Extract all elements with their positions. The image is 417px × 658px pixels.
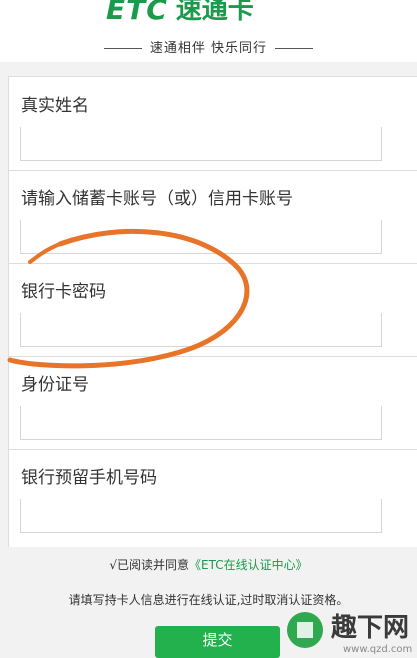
phone-input[interactable] <box>20 499 382 533</box>
agreement-link[interactable]: 《ETC在线认证中心》 <box>189 558 308 572</box>
watermark-text: 趣下网 <box>330 613 409 643</box>
id-number-input[interactable] <box>20 406 382 440</box>
field-label: 身份证号 <box>21 375 89 395</box>
verification-form: 真实姓名 请输入储蓄卡账号（或）信用卡账号 银行卡密码 身份证号 银行预留手机号… <box>8 76 417 547</box>
logo-mark: ETC <box>106 0 168 26</box>
field-label: 银行预留手机号码 <box>21 468 157 488</box>
field-card-number: 请输入储蓄卡账号（或）信用卡账号 <box>9 170 417 264</box>
slogan: 速通相伴 快乐同行 <box>0 37 417 56</box>
agreement-checkbox-text[interactable]: √已阅读并同意 <box>109 558 189 572</box>
field-label: 真实姓名 <box>21 96 89 116</box>
field-card-password: 银行卡密码 <box>9 263 417 357</box>
slogan-divider-right <box>275 48 314 49</box>
header: ETC 速通卡 速通相伴 快乐同行 <box>0 0 417 62</box>
agreement-line: √已阅读并同意《ETC在线认证中心》 <box>0 556 417 573</box>
watermark: 趣下网 www.qzd.com <box>287 612 412 655</box>
slogan-text: 速通相伴 快乐同行 <box>149 41 268 56</box>
field-label: 请输入储蓄卡账号（或）信用卡账号 <box>21 189 293 209</box>
field-label: 银行卡密码 <box>21 282 106 302</box>
etc-logo: ETC 速通卡 <box>106 0 254 26</box>
field-real-name: 真实姓名 <box>9 77 417 171</box>
real-name-input[interactable] <box>20 127 382 161</box>
field-phone: 银行预留手机号码 <box>9 449 417 542</box>
field-id-number: 身份证号 <box>9 356 417 450</box>
logo-text: 速通卡 <box>175 0 254 25</box>
slogan-divider-left <box>103 48 142 49</box>
card-password-input[interactable] <box>20 313 382 347</box>
card-number-input[interactable] <box>20 220 382 254</box>
submit-button[interactable]: 提交 <box>155 626 280 658</box>
watermark-url: www.qzd.com <box>343 644 412 655</box>
